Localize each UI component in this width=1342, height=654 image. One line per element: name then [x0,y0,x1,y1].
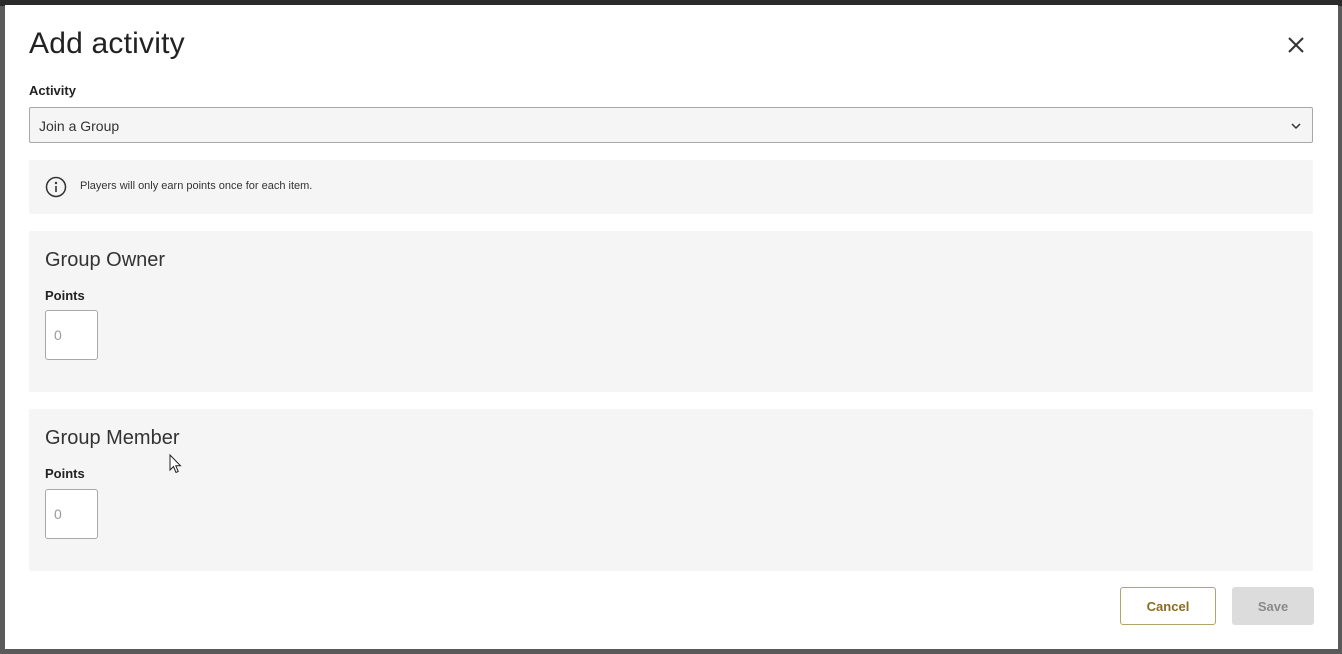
info-banner: Players will only earn points once for e… [29,160,1313,214]
info-icon [45,176,67,198]
points-label: Points [45,288,85,303]
points-label: Points [45,466,85,481]
add-activity-dialog: Add activity Activity Join a Group Playe… [5,5,1338,649]
section-title: Group Member [45,427,180,449]
section-title: Group Owner [45,249,166,271]
group-member-section: Group Member Points [29,409,1313,571]
activity-select[interactable]: Join a Group [29,107,1313,143]
close-button[interactable] [1284,33,1308,57]
group-owner-points-input[interactable] [45,310,98,360]
cancel-button[interactable]: Cancel [1120,587,1216,625]
info-text: Players will only earn points once for e… [80,180,313,192]
dialog-title: Add activity [29,27,185,60]
close-icon [1288,37,1304,53]
group-owner-section: Group Owner Points [29,231,1313,392]
chevron-down-icon [1291,123,1301,130]
activity-label: Activity [29,83,76,98]
activity-select-value: Join a Group [39,118,120,134]
group-member-points-input[interactable] [45,489,98,539]
save-button[interactable]: Save [1232,587,1314,625]
